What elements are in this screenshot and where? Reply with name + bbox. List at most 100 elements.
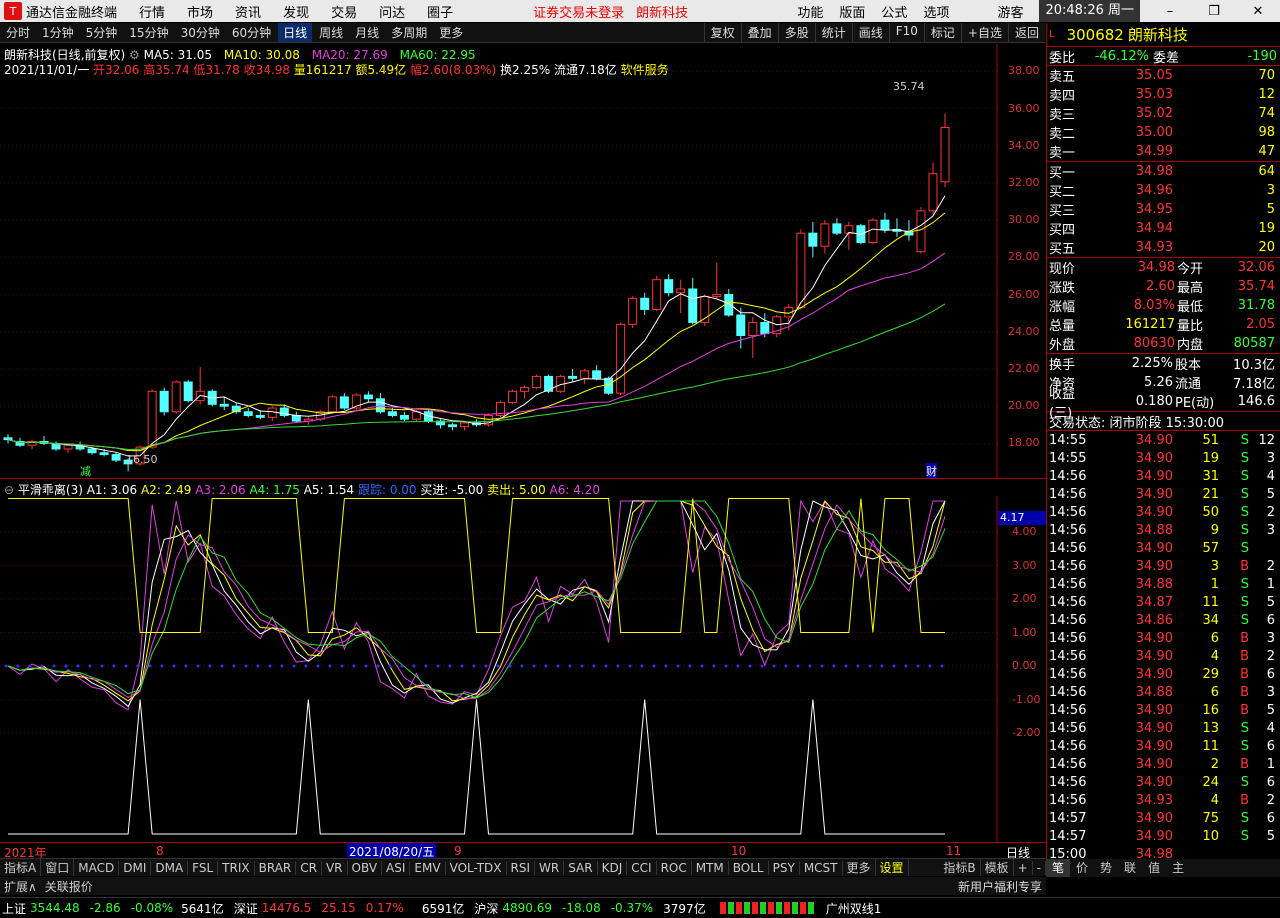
indicator-tab[interactable]: ROC: [657, 860, 692, 875]
tick-side: B: [1240, 702, 1249, 718]
tab-zhi[interactable]: 值: [1142, 859, 1166, 877]
menu-gongshi[interactable]: 公式: [881, 2, 907, 21]
tab-weekly[interactable]: 周线: [314, 23, 348, 42]
indicator-tab[interactable]: RSI: [507, 860, 536, 875]
indicator-tab[interactable]: MACD: [74, 860, 120, 875]
indicator-tab[interactable]: PSY: [769, 860, 800, 875]
zero-dot: [844, 664, 848, 668]
indicator-tab[interactable]: DMA: [151, 860, 189, 875]
news-ticker[interactable]: 广州双线1: [826, 900, 882, 917]
indicator-tab[interactable]: SAR: [564, 860, 598, 875]
indicator-tab[interactable]: CCI: [627, 860, 657, 875]
menu-xuanxiang[interactable]: 选项: [923, 2, 949, 21]
indicator-tab[interactable]: DMI: [119, 860, 152, 875]
event-tag-jian[interactable]: 减: [80, 463, 91, 479]
menu-wenda[interactable]: 问达: [379, 2, 405, 21]
indicator-tab[interactable]: WR: [535, 860, 565, 875]
zero-dot: [28, 664, 32, 668]
indicator-tab[interactable]: MTM: [692, 860, 729, 875]
fuquan-button[interactable]: 复权: [703, 23, 741, 42]
tab-multi-period[interactable]: 多周期: [386, 23, 432, 42]
tab-30min[interactable]: 30分钟: [176, 23, 225, 42]
candle-body: [916, 210, 926, 253]
menu-zixun[interactable]: 资讯: [235, 2, 261, 21]
tab-60min[interactable]: 60分钟: [227, 23, 276, 42]
indicator-tab[interactable]: 设置: [876, 859, 909, 876]
indicator-tab[interactable]: FSL: [188, 860, 219, 875]
menu-shichang[interactable]: 市场: [187, 2, 213, 21]
expand-button[interactable]: 扩展∧: [0, 878, 41, 895]
collapse-icon[interactable]: ⊖: [4, 483, 14, 497]
menu-jiaoyi[interactable]: 交易: [331, 2, 357, 21]
tab-zhu[interactable]: 主: [1166, 859, 1190, 877]
add-watchlist-button[interactable]: +自选: [960, 23, 1008, 42]
tab-daily[interactable]: 日线: [278, 23, 313, 42]
tick-price: 34.90: [1135, 648, 1173, 664]
tick-side: S: [1240, 432, 1249, 448]
tab-shi[interactable]: 势: [1094, 859, 1118, 877]
indicator-tab[interactable]: 更多: [843, 859, 876, 876]
tab-bi[interactable]: 笔: [1046, 859, 1071, 877]
menu-gongneng[interactable]: 功能: [797, 2, 823, 21]
menu-banmian[interactable]: 版面: [839, 2, 865, 21]
indicator-tab[interactable]: BRAR: [255, 860, 297, 875]
menu-hangqing[interactable]: 行情: [139, 2, 165, 21]
candle-body: [459, 422, 469, 428]
tab-jia[interactable]: 价: [1070, 859, 1094, 877]
menu-faxian[interactable]: 发现: [283, 2, 309, 21]
stat-label: 总量: [1049, 319, 1076, 334]
sh-name[interactable]: 上证: [2, 900, 26, 917]
indicator-tab[interactable]: OBV: [348, 860, 383, 875]
login-notice[interactable]: 证券交易未登录: [533, 2, 624, 21]
tab-fenshi[interactable]: 分时: [1, 23, 35, 42]
indicator-tab[interactable]: CR: [296, 860, 322, 875]
indicator-chart[interactable]: [0, 496, 1046, 842]
overlay-button[interactable]: 叠加: [740, 23, 778, 42]
indicator-tab[interactable]: 指标A: [0, 859, 42, 876]
maximize-icon[interactable]: ❐: [1200, 4, 1228, 19]
tab-5min[interactable]: 5分钟: [81, 23, 123, 42]
back-button[interactable]: 返回: [1007, 23, 1045, 42]
candle-body: [447, 424, 457, 428]
related-quote-button[interactable]: 关联报价: [41, 878, 97, 895]
indicator-right-tab[interactable]: 模板: [981, 859, 1014, 876]
tick-list[interactable]: 14:55 34.90 51 S 12 14:55 34.90 19 S 3 14:56 34.90 3…: [1047, 430, 1280, 863]
sz-name[interactable]: 深证: [234, 900, 258, 917]
menu-quanzi[interactable]: 圈子: [427, 2, 453, 21]
indicator-tick: 2.00: [1012, 592, 1037, 605]
indicator-right-tab[interactable]: -: [1033, 860, 1046, 875]
tab-lian[interactable]: 联: [1118, 859, 1142, 877]
stats-button[interactable]: 统计: [814, 23, 852, 42]
indicator-tab[interactable]: 窗口: [41, 859, 75, 876]
event-tag-cai[interactable]: 财: [926, 463, 937, 479]
mid-label: 跟踪: 0.00: [357, 483, 417, 497]
tab-monthly[interactable]: 月线: [350, 23, 384, 42]
new-user-promo[interactable]: 新用户福利专享: [954, 878, 1046, 895]
tick-price: 34.93: [1135, 792, 1173, 808]
indicator-tab[interactable]: BOLL: [729, 860, 769, 875]
draw-button[interactable]: 画线: [851, 23, 889, 42]
zero-dot: [712, 664, 716, 668]
f10-button[interactable]: F10: [888, 23, 924, 42]
user-button[interactable]: 游客: [997, 2, 1023, 21]
hs-name[interactable]: 沪深: [474, 900, 498, 917]
indicator-tab[interactable]: VOL-TDX: [446, 860, 507, 875]
indicator-right-tab[interactable]: 指标B: [939, 859, 981, 876]
indicator-tab[interactable]: KDJ: [598, 860, 628, 875]
indicator-tab[interactable]: MCST: [800, 860, 843, 875]
tab-1min[interactable]: 1分钟: [37, 23, 79, 42]
multi-stock-button[interactable]: 多股: [777, 23, 815, 42]
minimize-icon[interactable]: –: [1156, 4, 1184, 19]
tab-more[interactable]: 更多: [434, 23, 468, 42]
mark-button[interactable]: 标记: [923, 23, 961, 42]
indicator-tab[interactable]: EMV: [410, 860, 446, 875]
indicator-right-tab[interactable]: +: [1014, 860, 1033, 875]
close-icon[interactable]: ✕: [1244, 4, 1272, 19]
candlestick-chart[interactable]: [0, 44, 1046, 478]
indicator-tab[interactable]: ASI: [382, 860, 411, 875]
zero-dot: [316, 664, 320, 668]
tab-15min[interactable]: 15分钟: [124, 23, 173, 42]
zero-dot: [880, 664, 884, 668]
indicator-tab[interactable]: TRIX: [218, 860, 255, 875]
indicator-tab[interactable]: VR: [322, 860, 348, 875]
